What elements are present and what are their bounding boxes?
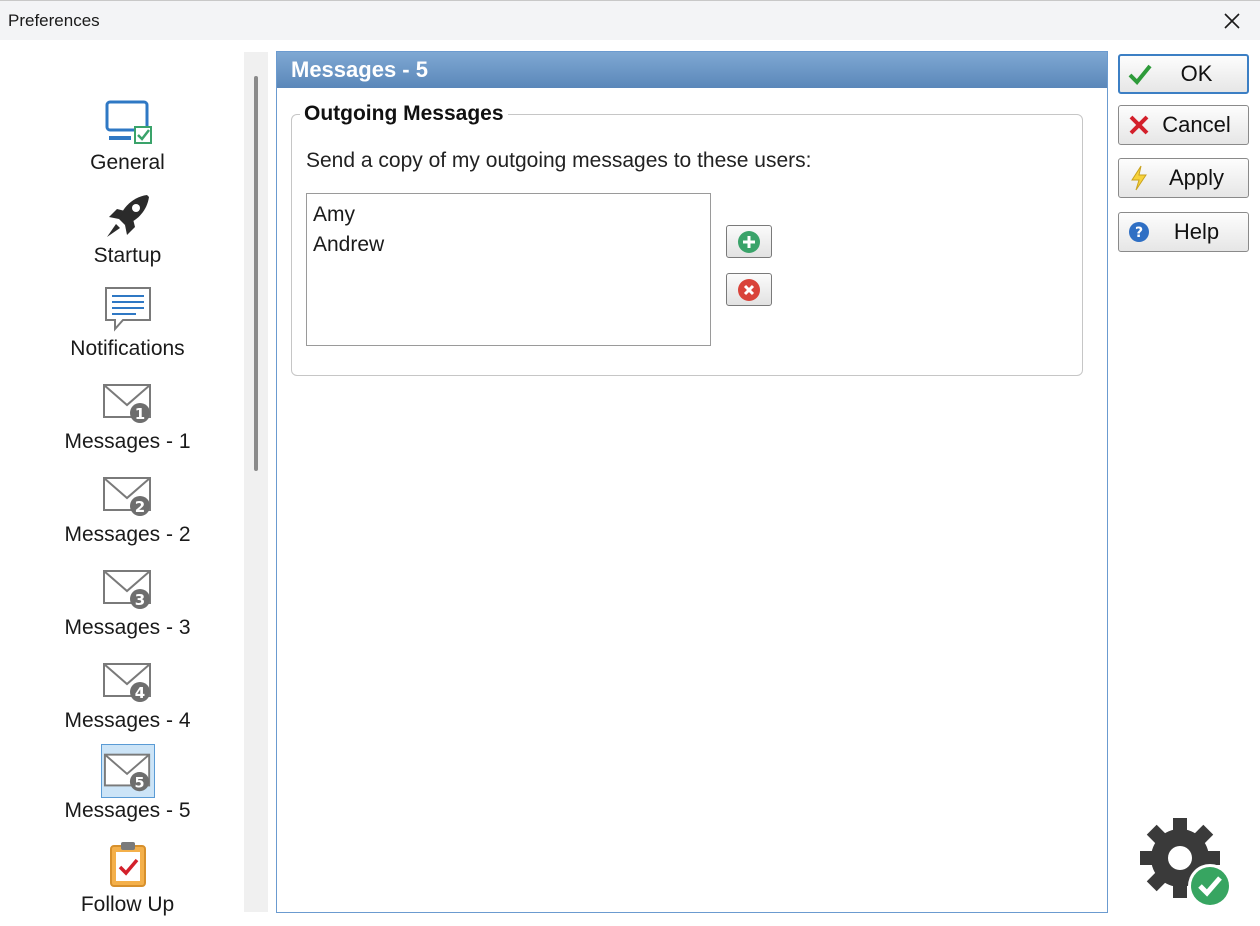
nav-item-follow-up[interactable]: Follow Up: [30, 838, 225, 918]
nav-item-messages-3[interactable]: 3 Messages - 3: [30, 561, 225, 641]
nav-label: Notifications: [70, 337, 185, 360]
nav-item-messages-1[interactable]: 1 Messages - 1: [30, 375, 225, 455]
apply-button[interactable]: Apply: [1118, 158, 1249, 198]
nav-item-messages-5[interactable]: 5 Messages - 5: [30, 744, 225, 824]
nav-scrollbar-thumb[interactable]: [254, 76, 258, 471]
clipboard-check-icon: [101, 838, 155, 892]
envelope-3-icon: 3: [101, 561, 155, 615]
nav-label: Messages - 3: [64, 616, 191, 639]
x-icon: [1119, 114, 1159, 136]
panel-title: Messages - 5: [277, 52, 1107, 88]
help-label: Help: [1173, 219, 1220, 244]
envelope-4-icon: 4: [101, 654, 155, 708]
group-title: Outgoing Messages: [300, 102, 508, 126]
nav-item-startup[interactable]: Startup: [30, 189, 225, 269]
ok-button[interactable]: OK: [1118, 54, 1249, 94]
svg-text:4: 4: [134, 684, 144, 702]
window-title: Preferences: [8, 11, 100, 30]
cancel-label: Cancel: [1162, 112, 1231, 137]
apply-label: Apply: [1168, 165, 1225, 190]
nav-label: Follow Up: [80, 893, 175, 916]
remove-user-button[interactable]: [726, 273, 772, 306]
envelope-5-icon: 5: [100, 744, 155, 798]
nav-label: Startup: [93, 244, 162, 267]
close-button[interactable]: [1204, 1, 1260, 40]
remove-circle-icon: [738, 278, 760, 301]
group-description: Send a copy of my outgoing messages to t…: [306, 149, 812, 172]
add-user-button[interactable]: [726, 225, 772, 258]
speech-bubble-icon: [101, 282, 155, 336]
help-button[interactable]: ? Help: [1118, 212, 1249, 252]
nav-label: General: [90, 151, 165, 174]
list-item[interactable]: Andrew: [313, 230, 704, 260]
svg-text:2: 2: [134, 498, 144, 516]
outgoing-messages-group: Outgoing Messages Send a copy of my outg…: [291, 102, 1083, 376]
lightning-icon: [1119, 165, 1159, 191]
nav-label: Messages - 1: [64, 430, 191, 453]
messages-5-panel: Messages - 5 Outgoing Messages Send a co…: [276, 51, 1108, 913]
plus-circle-icon: [738, 230, 760, 253]
close-icon: [1224, 12, 1240, 29]
rocket-icon: [101, 189, 155, 243]
help-icon: ?: [1119, 221, 1159, 243]
nav-item-general[interactable]: General: [30, 96, 225, 176]
nav-scrollbar[interactable]: [244, 52, 268, 912]
user-list[interactable]: Amy Andrew: [306, 193, 711, 346]
cancel-button[interactable]: Cancel: [1118, 105, 1249, 145]
nav-label: Messages - 2: [64, 523, 191, 546]
nav-item-notifications[interactable]: Notifications: [30, 282, 225, 362]
svg-text:3: 3: [134, 591, 144, 609]
nav-label: Messages - 4: [64, 709, 191, 732]
gear-check-icon: [1138, 816, 1238, 912]
preferences-nav: General Startup Notifications 1 Messages…: [0, 40, 244, 926]
svg-text:?: ?: [1135, 225, 1143, 241]
envelope-2-icon: 2: [101, 468, 155, 522]
nav-label: Messages - 5: [64, 799, 191, 822]
checkmark-icon: [1120, 63, 1160, 85]
monitor-check-icon: [101, 96, 155, 150]
nav-item-messages-2[interactable]: 2 Messages - 2: [30, 468, 225, 548]
title-bar: Preferences: [0, 0, 1260, 40]
nav-item-messages-4[interactable]: 4 Messages - 4: [30, 654, 225, 734]
envelope-1-icon: 1: [101, 375, 155, 429]
svg-text:5: 5: [134, 775, 144, 791]
window-body: General Startup Notifications 1 Messages…: [0, 40, 1260, 926]
svg-text:1: 1: [134, 405, 144, 423]
list-item[interactable]: Amy: [313, 200, 704, 230]
ok-label: OK: [1180, 61, 1213, 86]
